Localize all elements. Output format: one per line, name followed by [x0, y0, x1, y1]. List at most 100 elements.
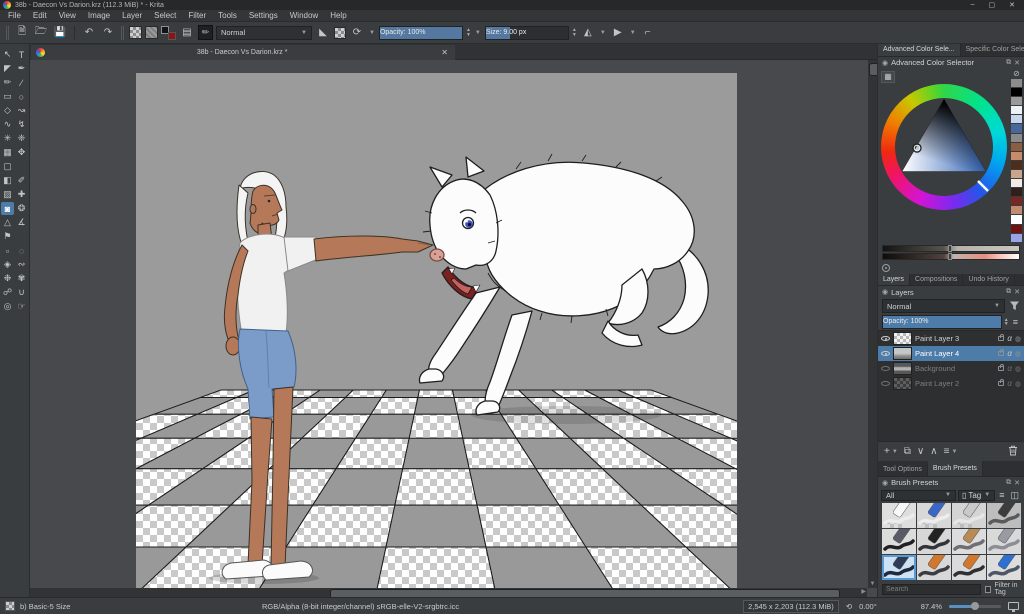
undo-button[interactable]: ↶	[81, 25, 97, 41]
foreground-background-colors[interactable]	[161, 25, 176, 40]
shade-gradient-gray[interactable]	[882, 245, 1020, 252]
minimize-button[interactable]: –	[971, 1, 975, 9]
tool-calligraphy[interactable]: ✒	[15, 62, 28, 75]
tool-freehand-select[interactable]: ∾	[15, 258, 28, 271]
menu-edit[interactable]: Edit	[27, 11, 53, 20]
vertical-scrollbar[interactable]: ▼	[868, 60, 877, 588]
gradient-handle[interactable]	[948, 245, 952, 252]
filter-in-tag-checkbox[interactable]	[985, 586, 991, 593]
chevron-down-icon[interactable]: ▼	[951, 449, 957, 455]
close-docker-icon[interactable]: ✕	[1014, 59, 1020, 67]
layer-row-paint-layer-4[interactable]: Paint Layer 4 α ◍	[878, 346, 1024, 361]
color-history-swatch-6[interactable]	[1011, 134, 1022, 142]
inherit-alpha-icon[interactable]: ◍	[1015, 350, 1021, 358]
brush-preset-eraser-blue[interactable]	[917, 503, 951, 528]
redo-button[interactable]: ↷	[100, 25, 116, 41]
layer-thumbnail[interactable]	[893, 347, 912, 360]
canvas-viewport[interactable]	[30, 60, 867, 588]
menu-settings[interactable]: Settings	[243, 11, 284, 20]
lock-icon[interactable]	[998, 366, 1004, 371]
move-layer-up-button[interactable]: ∧	[930, 446, 937, 457]
color-history-swatch-5[interactable]	[1011, 124, 1022, 132]
layer-row-background[interactable]: Background α ◍	[878, 361, 1024, 376]
tool-polyline[interactable]: ↝	[15, 104, 28, 117]
tool-reference-images[interactable]: ⚑	[1, 230, 14, 243]
tab-tool-options[interactable]: Tool Options	[878, 463, 928, 476]
filter-layers-icon[interactable]	[1008, 300, 1020, 313]
brush-preset-eraser-soft[interactable]	[952, 503, 986, 528]
toolbar-grip[interactable]	[121, 26, 124, 40]
chevron-down-icon[interactable]: ▼	[629, 30, 637, 36]
reset-rotation-icon[interactable]: ⟲	[846, 602, 852, 611]
inherit-alpha-icon[interactable]: ◍	[1015, 335, 1021, 343]
tool-move[interactable]: ✥	[15, 146, 28, 159]
color-history-swatch-4[interactable]	[1011, 115, 1022, 123]
pattern-chooser-button[interactable]	[145, 26, 158, 39]
alpha-lock-icon[interactable]: α	[1007, 364, 1012, 373]
tool-polygon-select[interactable]: ◈	[1, 258, 14, 271]
canvas-only-mode-icon[interactable]	[1008, 602, 1019, 610]
horizontal-scrollbar[interactable]: ▶	[30, 588, 867, 597]
color-history-swatch-1[interactable]	[1011, 88, 1022, 96]
float-docker-icon[interactable]: ⧉	[1006, 479, 1011, 487]
document-tab[interactable]: 38b - Daecon Vs Darion.krz * ✕	[31, 45, 455, 60]
tool-magnetic-select[interactable]: ∪	[15, 286, 28, 299]
move-layer-down-button[interactable]: ∨	[917, 446, 924, 457]
tool-zoom[interactable]: ◎	[1, 300, 14, 313]
background-color-swatch[interactable]	[168, 32, 176, 40]
tool-rect-select[interactable]: ▫	[1, 244, 14, 257]
opacity-slider[interactable]: Opacity: 100%	[379, 26, 463, 40]
layer-visibility-icon[interactable]	[881, 335, 890, 342]
tool-ellipse-select[interactable]: ◌	[15, 244, 28, 257]
snap-settings-button[interactable]: ⌐	[640, 25, 656, 41]
presets-display-menu-icon[interactable]: ≡	[997, 490, 1006, 500]
color-history-swatch-3[interactable]	[1011, 106, 1022, 114]
color-history-button[interactable]	[882, 264, 890, 272]
layer-properties-button[interactable]: ≡	[944, 446, 950, 457]
brush-size-slider[interactable]: Size: 9.00 px	[485, 26, 569, 40]
no-color-icon[interactable]: ⊘	[1011, 69, 1022, 78]
chevron-down-icon[interactable]: ▼	[892, 449, 898, 455]
add-layer-button[interactable]: +	[884, 446, 890, 457]
menu-tools[interactable]: Tools	[212, 11, 243, 20]
layer-thumbnail[interactable]	[893, 332, 912, 345]
tool-color-sampler[interactable]: ✐	[15, 174, 28, 187]
search-input[interactable]	[882, 584, 981, 595]
tool-crop[interactable]: ▢	[1, 160, 14, 173]
save-preset-icon[interactable]: ◫	[1008, 490, 1021, 501]
zoom-value[interactable]: 87.4%	[921, 602, 942, 611]
brush-preset-pencil-blue[interactable]	[987, 555, 1021, 580]
tab-advanced-color-selector[interactable]: Advanced Color Sele...	[878, 44, 961, 56]
layer-row-paint-layer-3[interactable]: Paint Layer 3 α ◍	[878, 331, 1024, 346]
gradient-handle[interactable]	[948, 253, 952, 260]
color-history-swatch-16[interactable]	[1011, 225, 1022, 233]
mirror-horizontal-button[interactable]: ◭	[580, 25, 596, 41]
tool-enclose-fill[interactable]: ❂	[15, 202, 28, 215]
preserve-alpha-button[interactable]	[334, 27, 346, 39]
tool-contiguous-select[interactable]: ✾	[15, 272, 28, 285]
tool-dynamic-brush[interactable]: ✳	[1, 132, 14, 145]
brush-tag-dropdown[interactable]: All ▼	[881, 490, 956, 501]
brush-preset-eraser-small[interactable]	[882, 503, 916, 528]
brush-preset-ink-details[interactable]	[882, 555, 916, 580]
inherit-alpha-icon[interactable]: ◍	[1015, 380, 1021, 388]
tool-freehand-brush[interactable]: ✏	[1, 76, 14, 89]
color-history-swatch-0[interactable]	[1011, 79, 1022, 87]
brush-preset-pencil-gray[interactable]	[987, 529, 1021, 554]
color-history-swatch-15[interactable]	[1011, 215, 1022, 223]
tool-smart-patch[interactable]: ✚	[15, 188, 28, 201]
layer-blend-mode-dropdown[interactable]: Normal ▼	[882, 299, 1005, 313]
color-history-swatch-12[interactable]	[1011, 188, 1022, 196]
save-button[interactable]: 💾	[52, 25, 68, 41]
alpha-lock-icon[interactable]: α	[1007, 379, 1012, 388]
wrap-around-mode-button[interactable]: ▶	[610, 25, 626, 41]
zoom-slider[interactable]	[949, 605, 1001, 608]
tab-layers[interactable]: Layers	[878, 274, 910, 286]
layer-options-menu-icon[interactable]: ≡	[1011, 317, 1020, 327]
color-history-swatch-11[interactable]	[1011, 179, 1022, 187]
close-docker-icon[interactable]: ✕	[1014, 288, 1020, 296]
brush-preset-brush-orange[interactable]	[952, 555, 986, 580]
tool-assistants[interactable]: △	[1, 216, 14, 229]
colorspace-label[interactable]: RGB/Alpha (8-bit integer/channel) sRGB-e…	[262, 602, 459, 611]
canvas-artwork[interactable]	[136, 73, 737, 588]
